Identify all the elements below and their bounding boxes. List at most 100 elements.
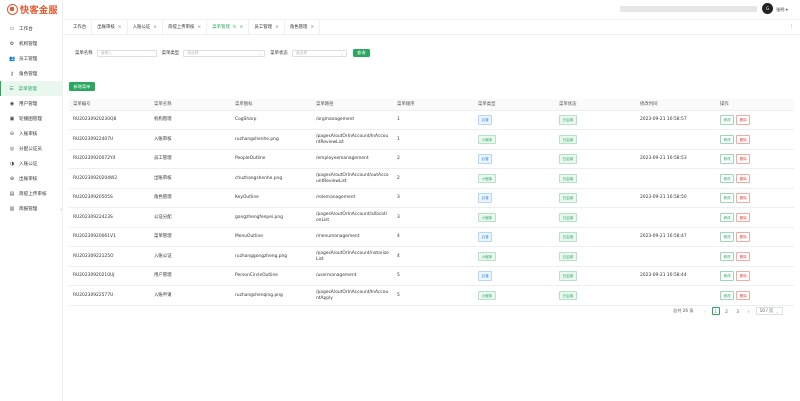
collapse-sidebar-icon[interactable]: ‹ [60, 207, 62, 213]
sidebar-item-label: 简提上传审核 [19, 191, 47, 197]
tab-2[interactable]: 入账公证 × [128, 20, 164, 34]
edit-button[interactable]: 修改 [720, 290, 735, 301]
delete-button[interactable]: 删除 [736, 212, 751, 223]
chevron-down-icon: ⌄ [775, 308, 779, 314]
menu-status-select[interactable]: 请选择 ⌄ [291, 49, 347, 57]
close-icon[interactable]: × [197, 25, 201, 30]
sidebar-item-label: 轮播图管理 [19, 116, 42, 122]
cell-name: 公证分配 [154, 214, 172, 220]
menu-type-label: 菜单类型 [161, 51, 180, 56]
close-icon[interactable]: × [275, 25, 279, 30]
delete-button[interactable]: 删除 [736, 271, 751, 281]
type-badge: 小程序 [478, 173, 496, 184]
table-row: RU20230920210UJ 用户管理 PersonCircleOutline/u… [69, 267, 794, 286]
close-icon[interactable]: × [118, 25, 122, 30]
cell-icon: PeopleOutline [235, 156, 266, 161]
delete-button[interactable]: 删除 [736, 232, 751, 242]
sidebar-item-label: 机构管理 [19, 41, 38, 47]
delete-button[interactable]: 删除 [736, 115, 751, 125]
table-header: 菜单编号 菜单名称 菜单图标 菜单路径 菜单顺序 菜单类型 菜单状态 修改时间 操作 [69, 99, 794, 111]
tab-4[interactable]: 菜单管理 ↻ × [207, 20, 250, 34]
menu-name-label: 菜单名称 [75, 51, 93, 56]
sidebar-item-label: 员工管理 [19, 56, 38, 62]
sidebar-menu: ▭ 工作台 ⚙ 机构管理 👥 员工管理 ⚷ 角色管理 ☰ 菜单管理 ◉ 用户管理 ▣ 轮播图管理 ⊖ 入账审核… [0, 21, 62, 216]
prev-page-button[interactable]: ‹ [701, 307, 709, 315]
tab-label: 菜单管理 [212, 25, 230, 30]
sidebar-item[interactable]: ⚙ 机构管理 [0, 36, 62, 51]
page-2-button[interactable]: 2 [723, 307, 731, 315]
tab-0[interactable]: 工作台 [68, 20, 93, 34]
status-badge: 已启用 [559, 173, 577, 184]
sidebar-item[interactable]: ⚷ 角色管理 [0, 66, 62, 81]
edit-button[interactable]: 修改 [720, 173, 735, 184]
sidebar-item[interactable]: ☰ 菜单管理 [0, 81, 62, 96]
page-1-button[interactable]: 1 [711, 307, 720, 315]
page-size-select[interactable]: 10 / 页 ⌄ [755, 307, 783, 315]
edit-button[interactable]: 修改 [720, 134, 735, 145]
cell-status: 已启用 [555, 212, 636, 223]
user-circle-icon: ◉ [9, 100, 15, 107]
edit-button[interactable]: 修改 [720, 154, 735, 164]
edit-button[interactable]: 修改 [720, 232, 735, 242]
sidebar-item[interactable]: 👥 员工管理 [0, 51, 62, 66]
cell-name: 入账公证 [154, 253, 172, 259]
cell-name: 角色管理 [154, 195, 172, 200]
tab-label: 入账公证 [132, 25, 151, 30]
tab-5[interactable]: 员工管理 × [249, 20, 285, 34]
sidebar-item[interactable]: ▥ 简报管理 [0, 201, 62, 216]
column-header: 菜单路径 [316, 101, 334, 107]
refresh-icon[interactable]: ↻ [233, 25, 237, 30]
edit-button[interactable]: 修改 [720, 193, 735, 203]
cell-order: 1 [397, 136, 400, 142]
cell-path: /pagesA/outOrInAccount/outAccountReviewL… [316, 172, 389, 184]
table-row: RU20230922125O 入账公证 ruzhanggongzheng.png/p… [69, 247, 794, 267]
username[interactable]: 张明 ▾ [776, 7, 788, 13]
close-icon[interactable]: × [310, 25, 314, 30]
tab-label: 角色管理 [289, 25, 308, 30]
page-3-button[interactable]: 3 [734, 307, 742, 315]
more-icon[interactable]: ⋮ [789, 24, 794, 30]
username-text: 张明 [776, 7, 785, 12]
edit-button[interactable]: 修改 [720, 271, 735, 281]
cell-status: 已启用 [555, 271, 636, 281]
table-row: RU20230920505S 角色管理 KeyOutline/rolemanagem… [69, 189, 794, 208]
sidebar-item[interactable]: ◉ 用户管理 [0, 96, 62, 111]
delete-button[interactable]: 删除 [736, 290, 751, 301]
next-page-button[interactable]: › [745, 307, 753, 315]
sidebar-item[interactable]: ▤ 简提上传审核 [0, 186, 62, 201]
cell-order: 1 [397, 117, 400, 122]
search-button[interactable]: 查询 [352, 49, 370, 57]
cell-actions: 修改 删除 [716, 271, 794, 281]
sidebar-item[interactable]: ◑ 入账公证 [0, 156, 62, 171]
top-search-box[interactable] [620, 6, 757, 12]
add-menu-button[interactable]: 新增菜单 [69, 82, 95, 91]
delete-button[interactable]: 删除 [736, 193, 751, 203]
tab-3[interactable]: 简提上传审核 × [163, 20, 208, 34]
cell-time: 2023-09-21 16:58:57 [640, 117, 687, 122]
delete-button[interactable]: 删除 [736, 134, 751, 145]
sidebar-item[interactable]: ▭ 工作台 [0, 21, 62, 36]
status-badge: 已启用 [559, 290, 577, 301]
menu-name-input[interactable]: 请输入 [96, 49, 157, 57]
delete-button[interactable]: 删除 [736, 251, 751, 262]
cell-time: 2023-09-21 16:58:44 [640, 273, 687, 278]
menu-type-select[interactable]: 请选择 ⌄ [183, 49, 266, 57]
close-icon[interactable]: × [153, 25, 157, 30]
delete-button[interactable]: 删除 [736, 173, 751, 184]
edit-button[interactable]: 修改 [720, 115, 735, 125]
avatar[interactable]: G [762, 3, 773, 14]
sidebar-item[interactable]: ▣ 轮播图管理 [0, 111, 62, 126]
cell-path: /orgmanagement [316, 117, 355, 122]
edit-button[interactable]: 修改 [720, 251, 735, 262]
delete-button[interactable]: 删除 [736, 154, 751, 164]
edit-button[interactable]: 修改 [720, 212, 735, 223]
close-icon[interactable]: × [240, 25, 244, 30]
tab-6[interactable]: 角色管理 × [285, 20, 321, 34]
cell-time: 2023-09-21 16:58:47 [640, 234, 687, 239]
cell-id: RU20230920210UJ [73, 273, 115, 278]
sidebar-item[interactable]: ◎ 分配公证员 [0, 141, 62, 156]
sidebar-item[interactable]: ⊕ 出账审核 [0, 171, 62, 186]
status-badge: 已启用 [559, 232, 577, 242]
tab-1[interactable]: 出账审核 × [92, 20, 128, 34]
sidebar-item[interactable]: ⊖ 入账审核 [0, 126, 62, 141]
